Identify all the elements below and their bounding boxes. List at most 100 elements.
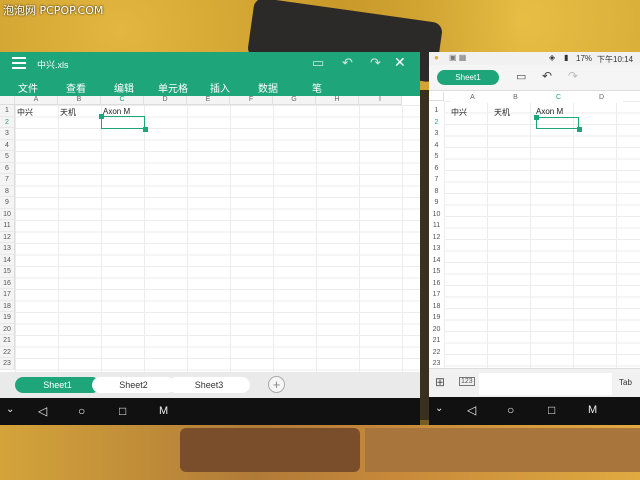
- column-header[interactable]: B: [58, 96, 101, 105]
- selected-cell[interactable]: [536, 117, 579, 129]
- row-header[interactable]: 20: [0, 323, 15, 335]
- cell-input-field[interactable]: [479, 373, 612, 395]
- row-header[interactable]: 22: [0, 346, 15, 358]
- add-sheet-button[interactable]: +: [268, 376, 285, 393]
- row-header[interactable]: 4: [429, 139, 444, 151]
- tab-sheet1[interactable]: Sheet1: [15, 377, 100, 393]
- row-header[interactable]: 14: [429, 254, 444, 266]
- column-header[interactable]: A: [15, 96, 58, 105]
- row-header[interactable]: 17: [429, 289, 444, 301]
- column-header[interactable]: C: [537, 94, 580, 103]
- save-icon[interactable]: ▭: [516, 70, 526, 83]
- tab-key-button[interactable]: Tab: [619, 378, 632, 387]
- row-header[interactable]: 13: [429, 243, 444, 255]
- redo-icon[interactable]: ↷: [568, 69, 578, 83]
- column-header[interactable]: C: [101, 96, 144, 105]
- row-header[interactable]: 14: [0, 254, 15, 266]
- menu-m-icon[interactable]: M: [588, 404, 597, 416]
- keypad-button[interactable]: 123: [459, 377, 475, 386]
- redo-icon[interactable]: ↷: [370, 55, 381, 71]
- menu-m-icon[interactable]: M: [159, 405, 168, 417]
- row-header[interactable]: 3: [0, 128, 15, 140]
- row-header[interactable]: 10: [429, 208, 444, 220]
- selection-handle-start[interactable]: [99, 114, 104, 119]
- row-header[interactable]: 12: [429, 231, 444, 243]
- undo-icon[interactable]: ↶: [542, 69, 552, 83]
- row-header[interactable]: 19: [0, 312, 15, 324]
- row-header[interactable]: 1: [0, 105, 15, 117]
- cell-b1[interactable]: 天机: [60, 107, 76, 118]
- row-header[interactable]: 16: [0, 277, 15, 289]
- row-header[interactable]: 23: [0, 358, 15, 370]
- row-header[interactable]: 18: [0, 300, 15, 312]
- cell-c1[interactable]: Axon M: [103, 107, 130, 116]
- row-header[interactable]: 16: [429, 277, 444, 289]
- row-header[interactable]: 21: [0, 335, 15, 347]
- row-header[interactable]: 23: [429, 358, 444, 368]
- row-header[interactable]: 15: [429, 266, 444, 278]
- row-header[interactable]: 11: [429, 220, 444, 232]
- menu-edit[interactable]: 编辑: [114, 80, 134, 95]
- row-header[interactable]: 2: [429, 116, 444, 128]
- menu-cell[interactable]: 单元格: [158, 80, 188, 95]
- selection-handle-end[interactable]: [577, 127, 582, 132]
- row-header[interactable]: 13: [0, 243, 15, 255]
- undo-icon[interactable]: ↶: [342, 55, 353, 71]
- sheet-selector-button[interactable]: Sheet1: [437, 70, 499, 85]
- row-header[interactable]: 9: [0, 197, 15, 209]
- cell-grid[interactable]: [15, 105, 420, 372]
- selection-handle-end[interactable]: [143, 127, 148, 132]
- row-header[interactable]: 1: [429, 105, 444, 117]
- row-header[interactable]: 4: [0, 139, 15, 151]
- selected-cell[interactable]: [101, 116, 145, 129]
- menu-insert[interactable]: 插入: [210, 80, 230, 95]
- column-header[interactable]: H: [316, 96, 359, 105]
- chevron-down-icon[interactable]: ⌄: [435, 403, 443, 414]
- row-header[interactable]: 15: [0, 266, 15, 278]
- chevron-down-icon[interactable]: ⌄: [6, 404, 14, 415]
- corner-header[interactable]: [429, 92, 444, 101]
- menu-file[interactable]: 文件: [18, 80, 38, 95]
- row-header[interactable]: 21: [429, 335, 444, 347]
- cell-c1[interactable]: Axon M: [536, 107, 563, 116]
- cell-a1[interactable]: 中兴: [451, 107, 467, 118]
- row-header[interactable]: 9: [429, 197, 444, 209]
- menu-data[interactable]: 数据: [258, 80, 278, 95]
- row-header[interactable]: 3: [429, 128, 444, 140]
- column-header[interactable]: A: [451, 94, 494, 103]
- column-header[interactable]: B: [494, 94, 537, 103]
- corner-header[interactable]: [0, 96, 15, 105]
- grid-icon[interactable]: ⊞: [435, 375, 445, 389]
- column-header[interactable]: E: [187, 96, 230, 105]
- recents-icon[interactable]: □: [548, 403, 555, 417]
- tab-sheet3[interactable]: Sheet3: [168, 377, 250, 393]
- row-header[interactable]: 18: [429, 300, 444, 312]
- back-icon[interactable]: ◁: [38, 404, 47, 418]
- column-header[interactable]: I: [359, 96, 402, 105]
- spreadsheet-grid[interactable]: ABCD 1 2 3 4 5 6 7 8 9 10 11 12 13 14 15 16 17 18 19 20 21 22…: [429, 92, 640, 368]
- column-header[interactable]: F: [230, 96, 273, 105]
- menu-pen[interactable]: 笔: [312, 80, 322, 95]
- save-icon[interactable]: ▭: [312, 55, 324, 71]
- column-header[interactable]: D: [144, 96, 187, 105]
- cell-b1[interactable]: 天机: [494, 107, 510, 118]
- row-header[interactable]: 10: [0, 208, 15, 220]
- column-header[interactable]: D: [580, 94, 623, 103]
- row-header[interactable]: 6: [0, 162, 15, 174]
- row-header[interactable]: 12: [0, 231, 15, 243]
- row-header[interactable]: 11: [0, 220, 15, 232]
- menu-icon[interactable]: [12, 57, 26, 69]
- row-header[interactable]: 5: [0, 151, 15, 163]
- tab-sheet2[interactable]: Sheet2: [92, 377, 175, 393]
- row-header[interactable]: 22: [429, 346, 444, 358]
- home-icon[interactable]: ○: [507, 403, 514, 417]
- cell-a1[interactable]: 中兴: [17, 107, 33, 118]
- row-header[interactable]: 8: [429, 185, 444, 197]
- home-icon[interactable]: ○: [78, 404, 85, 418]
- row-header[interactable]: 8: [0, 185, 15, 197]
- menu-view[interactable]: 查看: [66, 80, 86, 95]
- row-header[interactable]: 19: [429, 312, 444, 324]
- selection-handle-start[interactable]: [534, 115, 539, 120]
- row-header[interactable]: 20: [429, 323, 444, 335]
- row-header[interactable]: 6: [429, 162, 444, 174]
